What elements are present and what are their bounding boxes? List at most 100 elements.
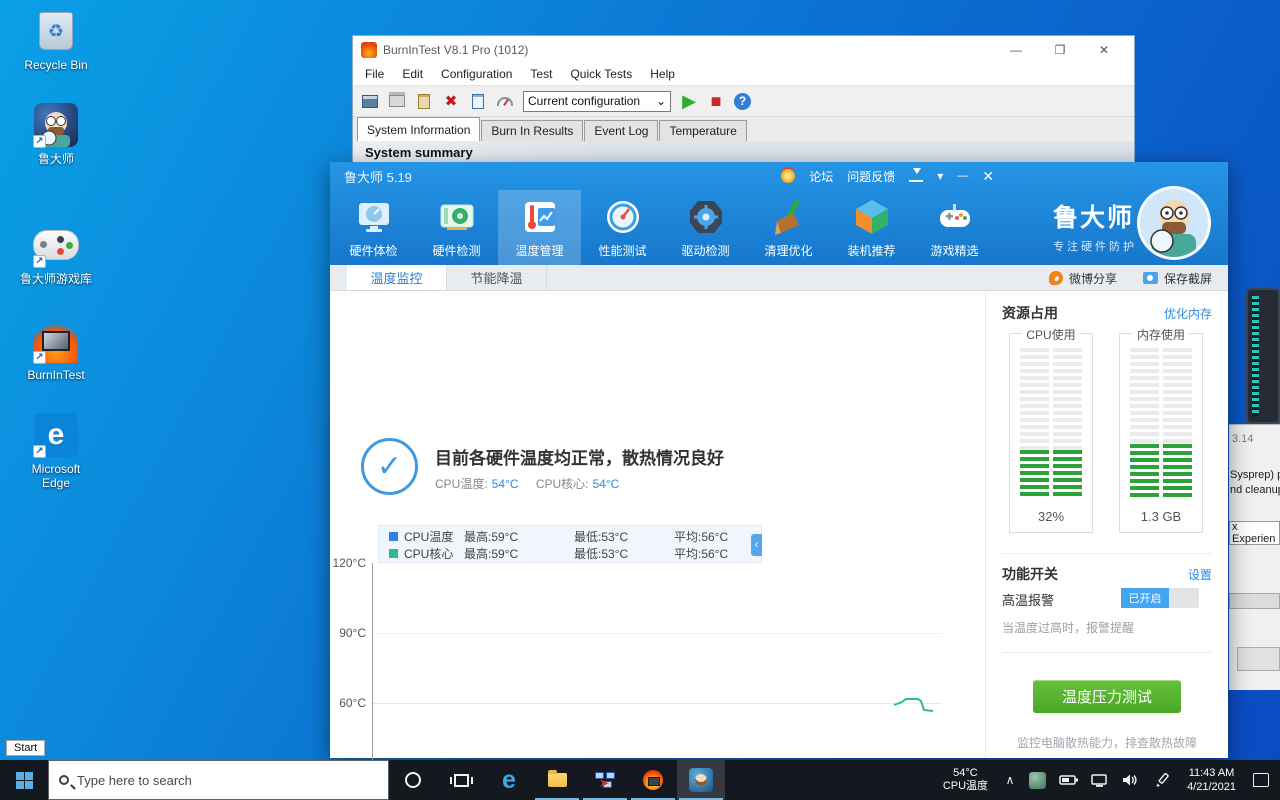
windows-logo-icon [16, 772, 33, 789]
nav-hardware-test[interactable]: 硬件检测 [415, 190, 498, 265]
close-button[interactable]: ✕ [1082, 36, 1126, 63]
status-ok-icon: ✓ [361, 438, 418, 495]
medal-icon[interactable] [781, 169, 795, 183]
ludashi-tabbar: 温度监控 节能降温 微博分享 保存截屏 [330, 265, 1228, 291]
ludashi-icon: ↗ [33, 102, 79, 148]
taskbar-ludashi-button[interactable] [677, 760, 725, 800]
cortana-button[interactable] [389, 760, 437, 800]
shortcut-arrow-icon: ↗ [33, 255, 46, 268]
task-view-button[interactable] [437, 760, 485, 800]
tab-energy-saving[interactable]: 节能降温 [447, 265, 547, 290]
ludashi-titlebar: 鲁大师 5.19 论坛 问题反馈 ▾ — ✕ [330, 162, 1228, 190]
taskbar-burnintest-button[interactable] [629, 760, 677, 800]
pen-icon[interactable] [1146, 773, 1177, 788]
nav-temperature-management[interactable]: 温度管理 [498, 190, 581, 265]
download-icon[interactable] [909, 170, 923, 182]
minimize-button[interactable]: — [957, 170, 968, 182]
feedback-link[interactable]: 问题反馈 [847, 168, 895, 185]
search-icon [59, 775, 69, 785]
sysprep-dropdown-fragment[interactable]: x Experien [1229, 521, 1280, 545]
system-tray: 54°C CPU温度 ∧ 11:43 AM 4/21/2021 [933, 760, 1280, 800]
optimize-memory-link[interactable]: 优化内存 [1164, 305, 1212, 322]
temperature-stress-test-button[interactable]: 温度压力测试 [1033, 680, 1181, 713]
chart-legend: CPU温度 最高:59°C 最低:53°C 平均:56°C CPU核心 最高:5… [378, 525, 762, 563]
configuration-select[interactable]: Current configuration ⌄ [523, 91, 671, 112]
legend-collapse-button[interactable]: ‹ [751, 534, 762, 556]
tab-system-information[interactable]: System Information [357, 117, 480, 141]
action-center-button[interactable] [1246, 773, 1276, 787]
tab-temperature-monitor[interactable]: 温度监控 [347, 265, 447, 290]
volume-icon[interactable] [1115, 773, 1146, 787]
network-icon[interactable] [1084, 774, 1115, 787]
clipboard-icon[interactable] [415, 92, 433, 110]
burnintest-icon [643, 770, 663, 790]
close-button[interactable]: ✕ [982, 168, 994, 185]
sysprep-text: Sysprep) pr [1230, 469, 1280, 481]
nav-hardware-checkup[interactable]: 硬件体检 [332, 190, 415, 265]
tab-burn-in-results[interactable]: Burn In Results [481, 120, 583, 141]
taskbar-clock[interactable]: 11:43 AM 4/21/2021 [1177, 766, 1246, 794]
mascot-avatar[interactable] [1137, 186, 1211, 260]
desktop-icon-label: Recycle Bin [24, 58, 87, 72]
burnintest-icon: ↗ [33, 318, 79, 364]
edge-icon: e [502, 769, 516, 791]
tray-chevron-icon[interactable]: ∧ [998, 773, 1022, 787]
section-heading: System summary [365, 145, 473, 160]
settings-link[interactable]: 设置 [1188, 566, 1212, 583]
nav-driver-detection[interactable]: 驱动检测 [664, 190, 747, 265]
taskbar-search-input[interactable]: Type here to search [48, 760, 389, 800]
memory-usage-gauge: 内存使用 1.3 GB [1119, 333, 1203, 533]
maximize-button[interactable]: ❐ [1038, 36, 1082, 63]
y-axis-tick: 120°C [332, 556, 366, 570]
delete-icon[interactable]: ✖ [442, 92, 460, 110]
sysprep-dialog-fragment: 3.14 Sysprep) pr nd cleanup. x Experien [1229, 424, 1280, 690]
desktop-icon-ludashi[interactable]: ↗ 鲁大师 [8, 102, 104, 166]
cpu-temp-value: 54°C [492, 477, 519, 491]
menu-quick-tests[interactable]: Quick Tests [570, 67, 632, 81]
test-list-icon[interactable] [469, 92, 487, 110]
menu-help[interactable]: Help [650, 67, 675, 81]
start-test-button[interactable]: ▶ [680, 92, 698, 110]
nav-cleanup-optimize[interactable]: 清理优化 [747, 190, 830, 265]
menu-file[interactable]: File [365, 67, 384, 81]
tab-event-log[interactable]: Event Log [584, 120, 658, 141]
help-button[interactable]: ? [734, 93, 751, 110]
tab-temperature[interactable]: Temperature [659, 120, 746, 141]
legend-row-cpu-temp: CPU温度 最高:59°C 最低:53°C 平均:56°C [389, 528, 761, 545]
taskbar-network-app-button[interactable]: ➤ [581, 760, 629, 800]
print-icon[interactable] [388, 92, 406, 110]
taskbar-edge-button[interactable]: e [485, 760, 533, 800]
tray-cpu-temp[interactable]: 54°C CPU温度 [933, 767, 998, 793]
taskbar-explorer-button[interactable] [533, 760, 581, 800]
forum-link[interactable]: 论坛 [809, 168, 833, 185]
nav-performance-test[interactable]: 性能测试 [581, 190, 664, 265]
high-temp-alarm-toggle[interactable]: 已开启 [1121, 588, 1199, 608]
desktop-icon-ludashi-games[interactable]: ↗ 鲁大师游戏库 [8, 222, 104, 286]
gauge-icon[interactable] [496, 92, 514, 110]
battery-icon[interactable] [1053, 774, 1084, 786]
nav-build-recommend[interactable]: 装机推荐 [830, 190, 913, 265]
status-headline: 目前各硬件温度均正常，散热情况良好 [435, 444, 724, 469]
menu-dropdown-icon[interactable]: ▾ [937, 169, 943, 183]
gamepad-icon: ↗ [33, 222, 79, 268]
save-icon[interactable] [361, 92, 379, 110]
ludashi-brand: 鲁大师 专注硬件防护 [1053, 198, 1137, 254]
start-button[interactable] [0, 760, 48, 800]
cpu-core-value: 54°C [593, 477, 620, 491]
menu-edit[interactable]: Edit [402, 67, 423, 81]
desktop-icon-edge[interactable]: e ↗ Microsoft Edge [8, 412, 104, 490]
minimize-button[interactable]: — [994, 36, 1038, 63]
stop-test-button[interactable]: ■ [707, 92, 725, 110]
weibo-share-button[interactable]: 微博分享 [1049, 270, 1117, 287]
tray-ludashi-icon[interactable] [1022, 772, 1053, 789]
cpu-core-series-line [894, 699, 933, 711]
sysprep-button-fragment[interactable] [1237, 647, 1280, 671]
menu-test[interactable]: Test [530, 67, 552, 81]
burnintest-window: BurnInTest V8.1 Pro (1012) — ❐ ✕ File Ed… [352, 35, 1135, 163]
menu-configuration[interactable]: Configuration [441, 67, 512, 81]
stress-test-description: 监控电脑散热能力，排查散热故障 [986, 734, 1228, 751]
save-screenshot-button[interactable]: 保存截屏 [1143, 270, 1212, 287]
desktop-icon-burnintest[interactable]: ↗ BurnInTest [8, 318, 104, 382]
desktop-icon-recycle-bin[interactable]: ♻ Recycle Bin [8, 8, 104, 72]
nav-game-selection[interactable]: 游戏精选 [913, 190, 996, 265]
